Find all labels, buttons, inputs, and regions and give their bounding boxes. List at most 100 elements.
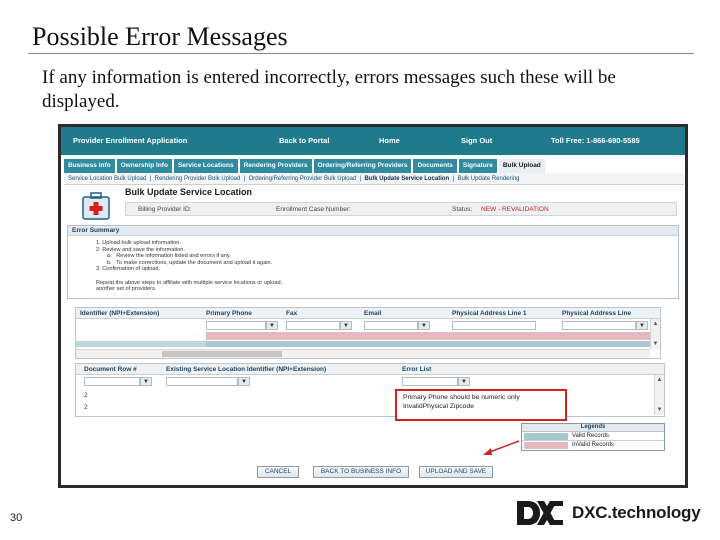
slide-title: Possible Error Messages bbox=[32, 22, 288, 51]
page-number: 30 bbox=[10, 512, 23, 524]
table-row[interactable]: 2 bbox=[84, 392, 88, 399]
filter-icon[interactable]: ▼ bbox=[266, 321, 278, 330]
tab-bulk-upload[interactable]: Bulk Upload bbox=[498, 159, 545, 173]
invalid-record-row[interactable] bbox=[206, 332, 660, 340]
column-document-row[interactable]: Document Row # bbox=[84, 366, 137, 373]
filter-icon[interactable]: ▼ bbox=[636, 321, 648, 330]
invalid-swatch bbox=[524, 442, 568, 449]
service-location-grid: Identifier (NPI+Extension) Primary Phone… bbox=[75, 307, 661, 359]
legend-invalid: InValid Records bbox=[522, 441, 664, 450]
error-message: InvalidPhysical Zipcode bbox=[403, 403, 475, 410]
filter-icon[interactable]: ▼ bbox=[140, 377, 152, 386]
grid-filter-row: ▼ ▼ ▼ ▼ bbox=[76, 319, 660, 332]
column-fax[interactable]: Fax bbox=[286, 310, 297, 317]
subnav-ordering-referring-bulk-upload[interactable]: Ordering/Referring Provider Bulk Upload bbox=[249, 176, 357, 182]
filter-icon[interactable]: ▼ bbox=[340, 321, 352, 330]
filter-document-row[interactable] bbox=[84, 377, 140, 386]
legend-title: Legends bbox=[522, 424, 664, 432]
app-header: Provider Enrollment Application Back to … bbox=[61, 127, 685, 155]
error-summary-instructions: 1. Upload bulk upload information. 2. Re… bbox=[68, 236, 678, 293]
page-heading: Bulk Update Service Location bbox=[125, 187, 253, 197]
toll-free-number: Toll Free: 1-866-690-5585 bbox=[551, 136, 640, 145]
status-value: NEW - REVALIDATION bbox=[481, 206, 549, 213]
column-physical-address-2[interactable]: Physical Address Line bbox=[562, 310, 631, 317]
column-existing-identifier[interactable]: Existing Service Location Identifier (NP… bbox=[166, 366, 326, 373]
column-error-list[interactable]: Error List bbox=[402, 366, 431, 373]
column-identifier[interactable]: Identifier (NPI+Extension) bbox=[80, 310, 159, 317]
error-summary-title: Error Summary bbox=[68, 226, 678, 236]
instruction-line bbox=[96, 273, 678, 280]
filter-icon[interactable]: ▼ bbox=[238, 377, 250, 386]
billing-provider-label: Billing Provider ID: bbox=[138, 206, 192, 213]
error-messages-highlight: Primary Phone should be numeric only Inv… bbox=[395, 389, 567, 421]
filter-physical-address-2[interactable] bbox=[562, 321, 636, 330]
subnav-service-location-bulk-upload[interactable]: Service Location Bulk Upload bbox=[68, 176, 146, 182]
scroll-thumb[interactable] bbox=[162, 351, 282, 357]
filter-icon[interactable]: ▼ bbox=[458, 377, 470, 386]
tab-documents[interactable]: Documents bbox=[413, 159, 457, 173]
instruction-line: Repeat the above steps to affiliate with… bbox=[96, 279, 283, 286]
instruction-line: 1. Upload bulk upload information. bbox=[96, 240, 181, 246]
app-title: Provider Enrollment Application bbox=[73, 136, 188, 145]
instruction-line: another set of providers. bbox=[96, 286, 157, 293]
slide-intro: If any information is entered incorrectl… bbox=[42, 67, 616, 112]
column-primary-phone[interactable]: Primary Phone bbox=[206, 310, 252, 317]
tab-ownership-info[interactable]: Ownership Info bbox=[116, 159, 172, 173]
filter-email[interactable] bbox=[364, 321, 418, 330]
horizontal-scrollbar[interactable] bbox=[76, 349, 650, 358]
filter-physical-address-1[interactable] bbox=[452, 321, 536, 330]
cancel-button[interactable]: CANCEL bbox=[257, 466, 299, 478]
tab-service-locations[interactable]: Service Locations bbox=[173, 159, 238, 173]
subnav-bulk-update-rendering[interactable]: Bulk Update Rendering bbox=[457, 176, 519, 182]
medical-kit-icon bbox=[82, 192, 110, 220]
tab-bar: Business Info Ownership Info Service Loc… bbox=[64, 159, 684, 173]
filter-error-list[interactable] bbox=[402, 377, 458, 386]
instruction-line: 2. Review and save the information. bbox=[96, 246, 185, 253]
tab-ordering-referring-providers[interactable]: Ordering/Referring Providers bbox=[313, 159, 412, 173]
vertical-scrollbar[interactable]: ▲ ▼ bbox=[654, 375, 664, 415]
tab-business-info[interactable]: Business Info bbox=[64, 159, 115, 173]
filter-primary-phone[interactable] bbox=[206, 321, 266, 330]
subnav-rendering-provider-bulk-upload[interactable]: Rendering Provider Bulk Upload bbox=[155, 176, 241, 182]
vertical-scrollbar[interactable]: ▲ ▼ bbox=[650, 319, 660, 349]
status-label: Status: bbox=[452, 206, 473, 213]
enrollment-case-label: Enrollment Case Number: bbox=[276, 206, 351, 213]
subnav-bulk-update-service-location[interactable]: Bulk Update Service Location bbox=[365, 176, 450, 182]
error-message: Primary Phone should be numeric only bbox=[403, 394, 520, 401]
instruction-line: a. Review the information listed and err… bbox=[96, 253, 231, 260]
dxc-mark-icon bbox=[517, 501, 563, 525]
grid-header-row: Document Row # Existing Service Location… bbox=[76, 364, 664, 375]
filter-fax[interactable] bbox=[286, 321, 340, 330]
provider-info-bar: Billing Provider ID: Enrollment Case Num… bbox=[125, 202, 677, 216]
upload-and-save-button[interactable]: UPLOAD AND SAVE bbox=[419, 466, 493, 478]
legend-label: InValid Records bbox=[572, 442, 614, 448]
title-divider bbox=[28, 53, 694, 54]
back-to-portal-link[interactable]: Back to Portal bbox=[279, 136, 329, 145]
column-email[interactable]: Email bbox=[364, 310, 381, 317]
app-screenshot: Provider Enrollment Application Back to … bbox=[58, 124, 688, 488]
home-link[interactable]: Home bbox=[379, 136, 400, 145]
valid-swatch bbox=[524, 433, 568, 440]
error-summary-panel: Error Summary 1. Upload bulk upload info… bbox=[67, 225, 679, 299]
arrow-icon bbox=[483, 440, 520, 455]
dxc-logo: DXC.technology bbox=[516, 498, 701, 528]
valid-record-row[interactable] bbox=[206, 341, 660, 347]
tab-signature[interactable]: Signature bbox=[458, 159, 497, 173]
sign-out-link[interactable]: Sign Out bbox=[461, 136, 492, 145]
grid-filter-row: ▼ ▼ ▼ bbox=[76, 375, 664, 388]
valid-record-row[interactable] bbox=[76, 341, 206, 347]
filter-icon[interactable]: ▼ bbox=[418, 321, 430, 330]
table-row[interactable]: 2 bbox=[84, 404, 88, 411]
back-to-business-info-button[interactable]: BACK TO BUSINESS INFO bbox=[313, 466, 409, 478]
error-list-grid: Document Row # Existing Service Location… bbox=[75, 363, 665, 417]
sub-navigation: Service Location Bulk Upload | Rendering… bbox=[64, 173, 684, 185]
tab-rendering-providers[interactable]: Rendering Providers bbox=[239, 159, 312, 173]
legend-valid: Valid Records bbox=[522, 432, 664, 441]
action-button-bar: CANCEL BACK TO BUSINESS INFO UPLOAD AND … bbox=[61, 466, 685, 480]
legend-label: Valid Records bbox=[572, 433, 609, 439]
logo-text: DXC.technology bbox=[572, 503, 701, 522]
legend-panel: Legends Valid Records InValid Records bbox=[521, 423, 665, 451]
column-physical-address-1[interactable]: Physical Address Line 1 bbox=[452, 310, 527, 317]
instruction-line: b. To make corrections, update the docum… bbox=[96, 259, 273, 266]
filter-existing-identifier[interactable] bbox=[166, 377, 238, 386]
